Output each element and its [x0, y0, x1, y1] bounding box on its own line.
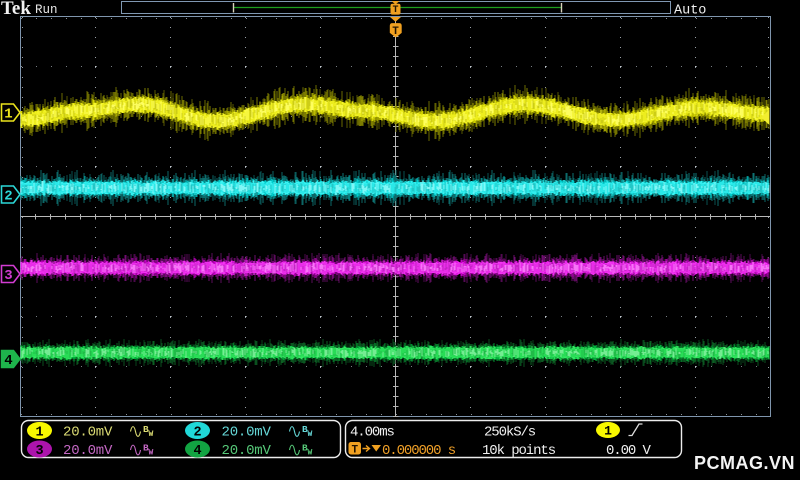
svg-text:250kS/s: 250kS/s	[484, 425, 536, 441]
svg-text:3: 3	[4, 268, 12, 284]
svg-text:20.0mV: 20.0mV	[63, 443, 113, 459]
svg-text:T: T	[351, 445, 358, 457]
svg-text:0.00 V: 0.00 V	[606, 443, 652, 459]
svg-text:W: W	[149, 449, 154, 458]
svg-text:PCMAG.VN: PCMAG.VN	[694, 453, 795, 473]
svg-text:W: W	[308, 430, 313, 439]
svg-text:3: 3	[35, 444, 43, 459]
svg-text:1: 1	[4, 107, 12, 123]
svg-text:2: 2	[193, 426, 201, 441]
svg-text:W: W	[149, 430, 154, 439]
svg-text:2: 2	[4, 189, 12, 205]
svg-text:W: W	[308, 449, 313, 458]
svg-text:0.000000 s: 0.000000 s	[382, 443, 456, 459]
svg-text:20.0mV: 20.0mV	[222, 443, 272, 459]
svg-text:4.00ms: 4.00ms	[350, 425, 395, 441]
svg-text:20.0mV: 20.0mV	[63, 425, 113, 441]
svg-text:1: 1	[604, 424, 612, 439]
svg-text:10k points: 10k points	[482, 443, 556, 459]
svg-text:Run: Run	[35, 3, 58, 17]
svg-text:1: 1	[35, 426, 43, 441]
svg-text:T: T	[392, 26, 399, 38]
svg-text:20.0mV: 20.0mV	[222, 425, 272, 441]
svg-text:T: T	[392, 5, 398, 16]
svg-text:4: 4	[193, 444, 201, 459]
svg-text:4: 4	[4, 353, 12, 369]
